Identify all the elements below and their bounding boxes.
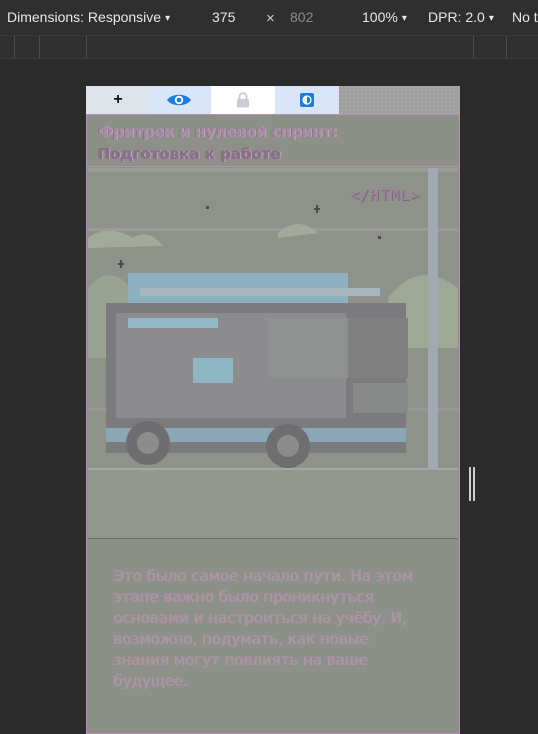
description-text: Это было самое начало пути. На этом этап… <box>113 567 413 690</box>
van-illustration <box>88 168 458 539</box>
html-tag-label: </HTML> <box>350 186 421 204</box>
chevron-down-icon: ▾ <box>488 13 494 24</box>
zoom-label: 100% <box>362 9 398 25</box>
dpr-label: DPR: 2.0 <box>428 9 485 25</box>
zoom-dropdown[interactable]: 100% ▾ <box>362 9 407 25</box>
lock-button[interactable] <box>211 86 275 114</box>
times-icon: × <box>266 10 275 27</box>
divider <box>86 166 460 167</box>
throttling-dropdown[interactable]: No t <box>512 9 538 25</box>
title-line-1: Фритрек и нулевой спринт: <box>98 123 338 141</box>
lock-icon <box>237 92 249 108</box>
title-line-2: Подготовка к работе <box>98 145 282 163</box>
dimensions-dropdown[interactable]: Dimensions: Responsive ▾ <box>7 9 170 25</box>
chevron-down-icon: ▾ <box>165 13 171 24</box>
width-input[interactable]: 375 <box>212 9 235 25</box>
ruler-segment[interactable] <box>14 36 15 58</box>
media-query-ruler <box>0 36 538 59</box>
contrast-button[interactable] <box>275 86 339 114</box>
visibility-button[interactable] <box>147 86 211 114</box>
ruler-segment[interactable] <box>473 36 474 58</box>
ruler-segment[interactable] <box>506 36 507 58</box>
ruler-segment[interactable] <box>86 36 87 58</box>
chevron-down-icon: ▾ <box>401 13 407 24</box>
dimensions-label: Dimensions: Responsive <box>7 9 162 25</box>
page-title: Фритрек и нулевой спринт: Подготовка к р… <box>98 121 448 165</box>
add-button[interactable]: + <box>86 86 150 114</box>
contrast-icon <box>300 93 314 107</box>
device-viewport: + Фритрек и нулевой спринт: Подготовка к… <box>86 86 460 734</box>
plus-icon: + <box>113 91 123 108</box>
viewport-resize-handle[interactable] <box>469 467 475 501</box>
eye-icon <box>167 94 191 106</box>
devtools-device-toolbar: Dimensions: Responsive ▾ 375 × 802 100% ▾ … <box>0 0 538 36</box>
dpr-dropdown[interactable]: DPR: 2.0 ▾ <box>428 9 494 25</box>
height-input[interactable]: 802 <box>290 9 313 25</box>
accessibility-toolbar: + <box>86 86 460 114</box>
ruler-segment[interactable] <box>39 36 40 58</box>
